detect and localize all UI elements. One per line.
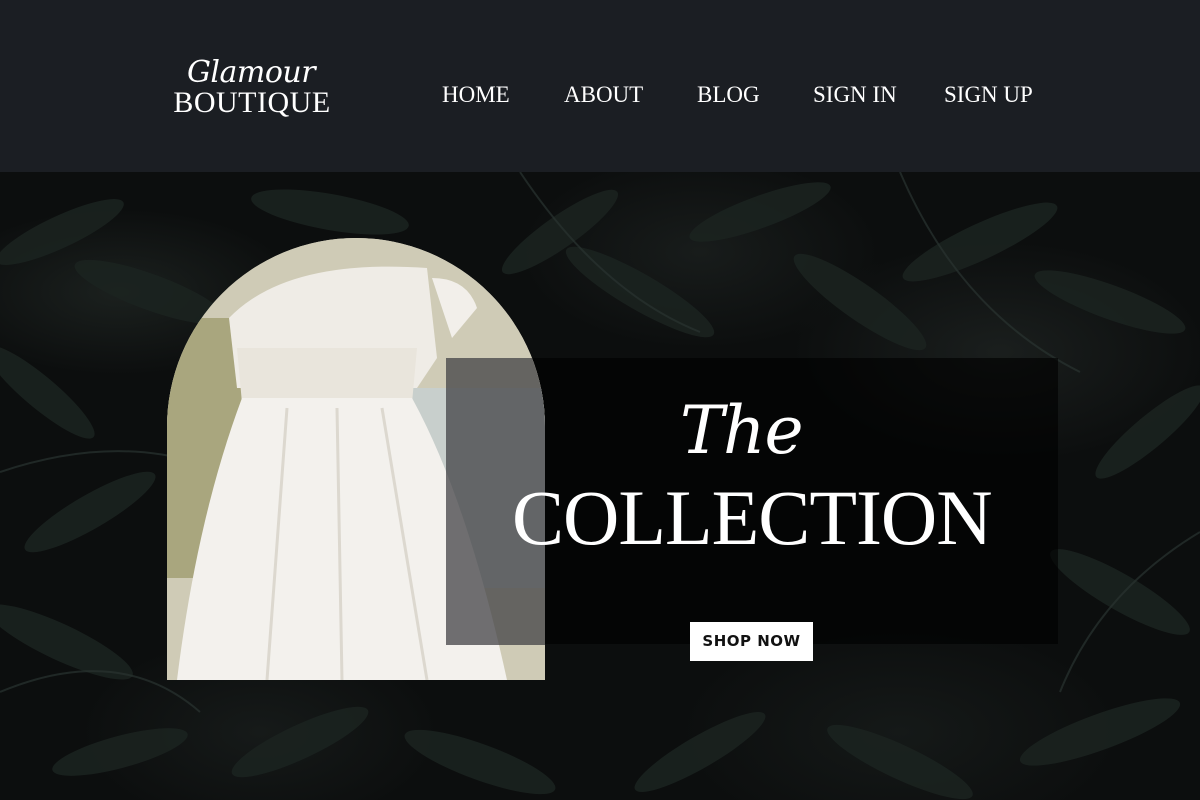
nav-blog-link[interactable]: BLOG xyxy=(697,80,760,110)
main-nav: HOME ABOUT BLOG SIGN IN SIGN UP xyxy=(0,80,1200,110)
dress-photo-arch xyxy=(167,238,545,680)
nav-sign-in-link[interactable]: SIGN IN xyxy=(813,80,897,110)
site-header: Glamour BOUTIQUE HOME ABOUT BLOG SIGN IN… xyxy=(0,0,1200,172)
hero-title-script: The xyxy=(680,392,804,469)
nav-about-link[interactable]: ABOUT xyxy=(564,80,643,110)
hero-title: COLLECTION xyxy=(512,474,993,561)
shop-now-button[interactable]: SHOP NOW xyxy=(690,622,813,661)
nav-sign-up-link[interactable]: SIGN UP xyxy=(944,80,1033,110)
hero-banner: The COLLECTION SHOP NOW xyxy=(0,172,1200,800)
nav-home-link[interactable]: HOME xyxy=(442,80,510,110)
